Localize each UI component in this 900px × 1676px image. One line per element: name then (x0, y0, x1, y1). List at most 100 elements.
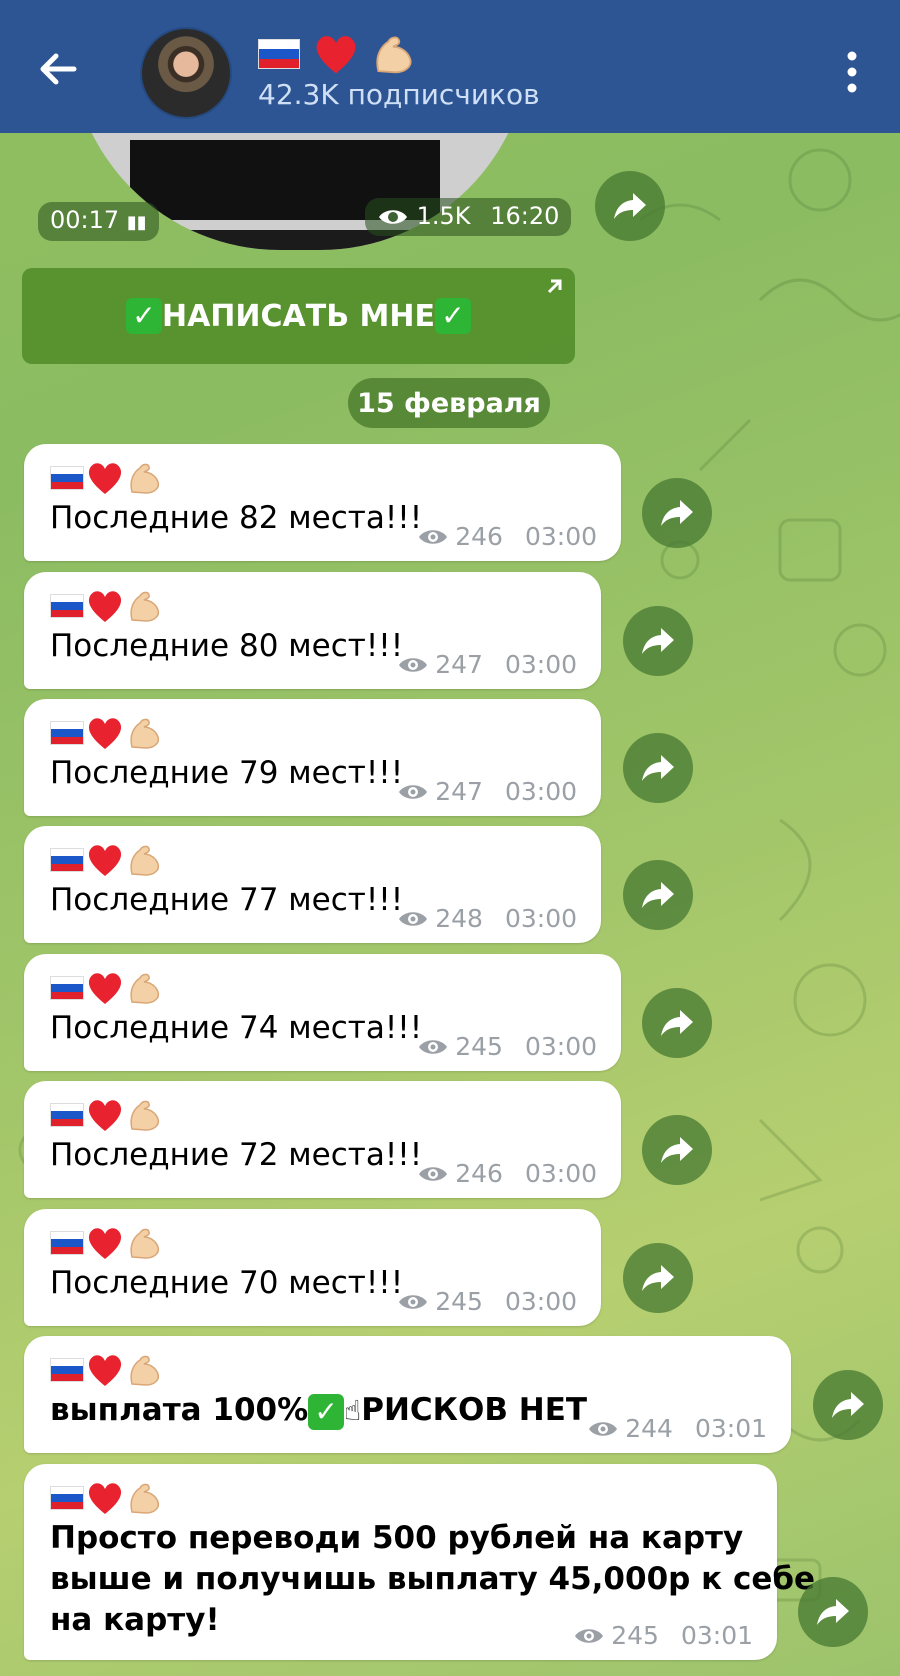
share-arrow-icon (642, 755, 674, 781)
message-meta: 247 03:00 (397, 777, 577, 806)
share-button[interactable] (813, 1370, 883, 1440)
russia-flag-icon (50, 1358, 84, 1382)
message-emoji-row (50, 1223, 162, 1263)
message-text-line: выше и получишь выплату 45,000р к себе (50, 1561, 816, 1597)
message-bubble[interactable]: Последние 74 места!!! 245 03:00 (24, 954, 621, 1071)
red-heart-icon (88, 1483, 122, 1514)
message-text-part: выплата 100% (50, 1392, 309, 1428)
message-meta: 245 03:00 (397, 1287, 577, 1316)
flexed-biceps-icon (130, 591, 160, 622)
subscriber-count: 42.3K подписчиков (258, 78, 540, 111)
channel-avatar[interactable] (140, 27, 232, 119)
message-text: Последние 77 мест!!! (50, 882, 404, 918)
share-arrow-icon (614, 193, 646, 219)
share-button[interactable] (595, 171, 665, 241)
russia-flag-icon (50, 594, 84, 618)
share-button[interactable] (623, 606, 693, 676)
message-text-line: Просто переводи 500 рублей на карту (50, 1520, 744, 1556)
message-emoji-row (50, 458, 162, 498)
write-me-button[interactable]: ✓ НАПИСАТЬ МНЕ ✓ (22, 268, 575, 364)
red-heart-icon (88, 1100, 122, 1131)
more-menu-icon[interactable] (838, 48, 866, 96)
flexed-biceps-icon (130, 1228, 160, 1259)
flexed-biceps-icon (130, 1355, 160, 1386)
message-bubble[interactable]: Последние 80 мест!!! 247 03:00 (24, 572, 601, 689)
eye-icon (589, 1421, 618, 1436)
message-time: 03:01 (680, 1621, 753, 1650)
message-emoji-row (50, 1478, 162, 1518)
message-emoji-row (50, 586, 162, 626)
message-time: 03:00 (524, 1159, 597, 1188)
share-button[interactable] (623, 733, 693, 803)
eye-icon (399, 657, 428, 672)
message-bubble[interactable]: Последние 77 мест!!! 248 03:00 (24, 826, 601, 943)
message-meta: 245 03:01 (573, 1621, 753, 1650)
share-button[interactable] (623, 860, 693, 930)
russia-flag-icon (50, 1486, 84, 1510)
video-views: 1.5K (416, 202, 471, 230)
russia-flag-icon (50, 1103, 84, 1127)
message-text: выплата 100% ✓ ☝РИСКОВ НЕТ (50, 1392, 587, 1430)
message-time: 03:00 (504, 650, 577, 679)
message-meta: 245 03:00 (417, 1032, 597, 1061)
message-bubble[interactable]: Последние 79 мест!!! 247 03:00 (24, 699, 601, 816)
message-time: 03:01 (694, 1414, 767, 1443)
back-arrow-icon[interactable] (34, 44, 84, 94)
video-time: 16:20 (490, 202, 560, 230)
share-arrow-icon (642, 628, 674, 654)
video-duration: 00:17 (50, 206, 120, 234)
audio-wave-icon: ▮▮ (126, 212, 147, 233)
message-text: Последние 72 места!!! (50, 1137, 423, 1173)
message-bubble[interactable]: Последние 70 мест!!! 245 03:00 (24, 1209, 601, 1326)
eye-icon (399, 784, 428, 799)
message-meta: 246 03:00 (417, 1159, 597, 1188)
eye-icon (419, 529, 448, 544)
message-text: Последние 79 мест!!! (50, 755, 404, 791)
share-button[interactable] (798, 1577, 868, 1647)
share-button[interactable] (642, 988, 712, 1058)
message-meta: 248 03:00 (397, 904, 577, 933)
message-meta: 247 03:00 (397, 650, 577, 679)
check-mark-icon: ✓ (125, 298, 162, 334)
view-count: 244 (625, 1414, 673, 1443)
view-count: 247 (435, 777, 483, 806)
russia-flag-icon (50, 1231, 84, 1255)
flexed-biceps-icon (130, 1100, 160, 1131)
red-heart-icon (88, 718, 122, 749)
red-heart-icon (88, 591, 122, 622)
russia-flag-icon (50, 466, 84, 490)
message-bubble[interactable]: Просто переводи 500 рублей на карту выше … (24, 1464, 815, 1660)
view-count: 247 (435, 650, 483, 679)
message-emoji-row (50, 968, 162, 1008)
eye-icon (575, 1628, 604, 1643)
flexed-biceps-icon (376, 36, 412, 74)
red-heart-icon (88, 463, 122, 494)
red-heart-icon (316, 36, 356, 74)
share-arrow-icon (642, 1265, 674, 1291)
message-bubble[interactable]: Последние 72 места!!! 246 03:00 (24, 1081, 621, 1198)
red-heart-icon (88, 973, 122, 1004)
red-heart-icon (88, 845, 122, 876)
message-bubble[interactable]: Последние 82 места!!! 246 03:00 (24, 444, 621, 561)
check-mark-icon: ✓ (435, 298, 471, 334)
write-me-label: НАПИСАТЬ МНЕ (161, 298, 435, 334)
view-count: 246 (455, 1159, 503, 1188)
share-arrow-icon (661, 1137, 693, 1163)
channel-title[interactable] (258, 28, 415, 76)
flexed-biceps-icon (130, 463, 160, 494)
flexed-biceps-icon (130, 718, 160, 749)
view-count: 245 (611, 1621, 659, 1650)
share-button[interactable] (623, 1243, 693, 1313)
check-mark-icon: ✓ (308, 1393, 345, 1430)
share-button[interactable] (642, 478, 712, 548)
external-link-icon (547, 279, 562, 294)
share-button[interactable] (642, 1115, 712, 1185)
russia-flag-icon (50, 848, 84, 872)
message-bubble[interactable]: выплата 100% ✓ ☝РИСКОВ НЕТ 244 03:01 (24, 1336, 791, 1453)
flexed-biceps-icon (130, 973, 160, 1004)
russia-flag-icon (50, 976, 84, 1000)
message-meta: 246 03:00 (417, 522, 597, 551)
video-duration-badge: 00:17 ▮▮ (38, 202, 159, 241)
flexed-biceps-icon (130, 845, 160, 876)
share-arrow-icon (642, 882, 674, 908)
